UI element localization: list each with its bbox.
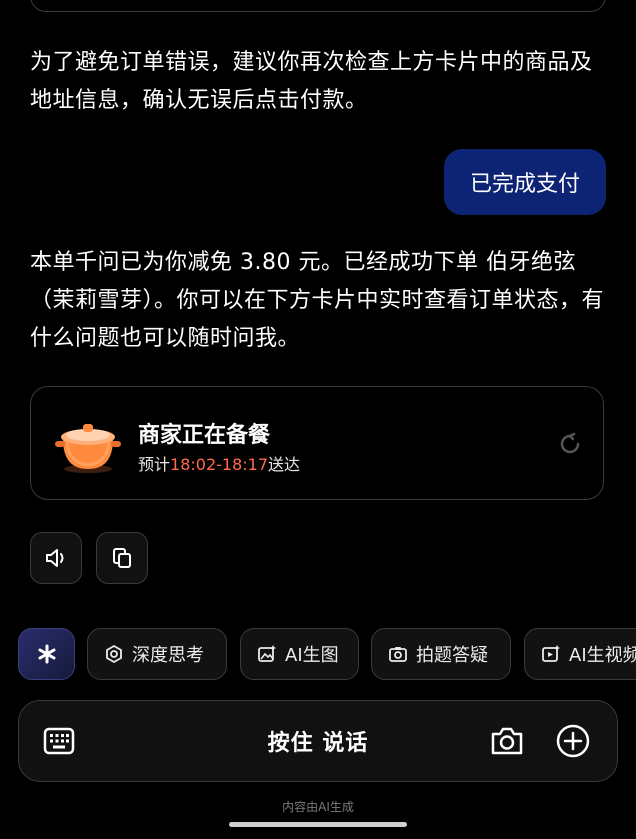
hold-to-talk-button[interactable]: 按住 说话 xyxy=(19,701,617,781)
camera-question-icon xyxy=(389,647,407,662)
keyboard-icon[interactable] xyxy=(41,723,77,759)
chip-label: 拍题答疑 xyxy=(416,645,488,666)
order-status-title: 商家正在备餐 xyxy=(138,423,271,448)
chip-label: 深度思考 xyxy=(132,645,204,666)
refresh-icon[interactable] xyxy=(557,431,583,457)
image-gen-icon xyxy=(258,645,276,662)
camera-icon[interactable] xyxy=(489,723,525,759)
order-status-card[interactable]: 商家正在备餐 预计18:02-18:17送达 xyxy=(30,386,604,500)
chip-label: AI生图 xyxy=(285,645,339,666)
copy-icon xyxy=(113,548,131,568)
assistant-reply-message: 本单千问已为你减免 3.80 元。已经成功下单 伯牙绝弦（茉莉雪芽）。你可以在下… xyxy=(30,250,605,351)
assistant-verify-message: 为了避免订单错误，建议你再次检查上方卡片中的商品及地址信息，确认无误后点击付款。 xyxy=(30,50,593,113)
ai-generated-disclaimer: 内容由AI生成 xyxy=(282,800,354,814)
copy-button[interactable] xyxy=(96,532,148,584)
order-eta: 预计18:02-18:17送达 xyxy=(138,451,300,475)
cooking-pot-icon xyxy=(55,424,121,473)
home-indicator[interactable] xyxy=(229,822,407,827)
chip-deep-think[interactable]: 深度思考 xyxy=(87,628,227,680)
previous-order-card xyxy=(30,0,606,12)
eta-suffix: 送达 xyxy=(268,455,301,474)
video-gen-icon xyxy=(542,645,560,662)
add-icon[interactable] xyxy=(555,723,591,759)
chip-sparkle[interactable] xyxy=(18,628,75,680)
sparkle-icon xyxy=(38,644,55,664)
deep-think-icon xyxy=(106,644,122,664)
chip-ai-video[interactable]: AI生视频 xyxy=(524,628,636,680)
chip-label: AI生视频 xyxy=(569,645,636,666)
speaker-icon xyxy=(46,549,64,567)
eta-prefix: 预计 xyxy=(138,455,171,474)
user-message-bubble: 已完成支付 xyxy=(444,149,606,215)
eta-time: 18:02-18:17 xyxy=(170,455,269,474)
chip-ai-image[interactable]: AI生图 xyxy=(240,628,359,680)
chip-photo-question[interactable]: 拍题答疑 xyxy=(371,628,511,680)
input-bar: 按住 说话 xyxy=(18,700,618,782)
read-aloud-button[interactable] xyxy=(30,532,82,584)
